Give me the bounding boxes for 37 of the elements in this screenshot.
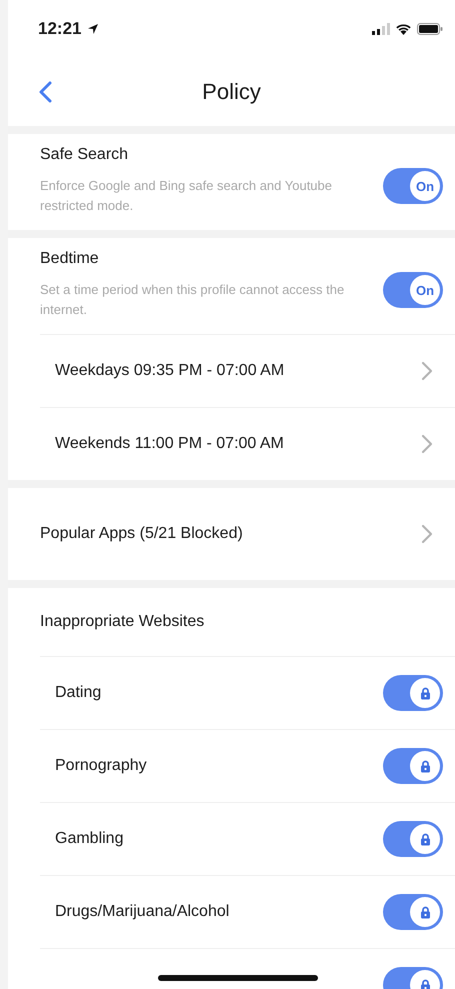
toggle-switch[interactable] [383, 821, 443, 857]
toggle-knob: On [410, 275, 440, 305]
status-time: 12:21 [38, 19, 82, 39]
chevron-right-icon [421, 361, 433, 381]
setting-title: Bedtime [40, 250, 100, 268]
category-label: Pornography [55, 757, 147, 775]
toggle-switch[interactable] [383, 748, 443, 784]
popular-apps-row[interactable]: Popular Apps (5/21 Blocked) [40, 488, 455, 580]
chevron-right-icon [421, 434, 433, 454]
schedule-label: Weekdays 09:35 PM - 07:00 AM [55, 362, 284, 380]
toggle-switch[interactable]: On [383, 272, 443, 308]
lock-icon [420, 978, 430, 989]
category-heading: Inappropriate Websites [40, 613, 204, 631]
lock-icon [420, 686, 430, 700]
page-title: Policy [202, 79, 261, 105]
schedule-row[interactable]: Weekdays 09:35 PM - 07:00 AM [40, 334, 455, 407]
setting-title: Safe Search [40, 146, 130, 164]
setting-description: Enforce Google and Bing safe search and Youtube restricted mode. [40, 177, 333, 215]
toggle-switch[interactable]: On [383, 168, 443, 204]
location-arrow-icon [87, 23, 100, 35]
category-label: Gambling [55, 830, 124, 848]
back-icon[interactable] [38, 81, 52, 103]
toggle-switch[interactable] [383, 675, 443, 711]
wifi-icon [395, 23, 412, 35]
popular-apps-label: Popular Apps (5/21 Blocked) [40, 525, 243, 543]
schedule-label: Weekends 11:00 PM - 07:00 AM [55, 435, 284, 453]
toggle-knob: On [410, 171, 440, 201]
battery-icon [417, 23, 443, 35]
lock-icon [420, 906, 430, 918]
lock-icon [420, 832, 430, 846]
toggle-switch[interactable] [383, 894, 443, 930]
signal-icon [372, 23, 390, 35]
chevron-right-icon [421, 524, 433, 544]
setting-description: Set a time period when this profile cannot access the internet. [40, 281, 346, 319]
lock-icon [420, 760, 430, 772]
category-label: Dating [55, 684, 102, 702]
category-label: Drugs/Marijuana/Alcohol [55, 903, 230, 921]
